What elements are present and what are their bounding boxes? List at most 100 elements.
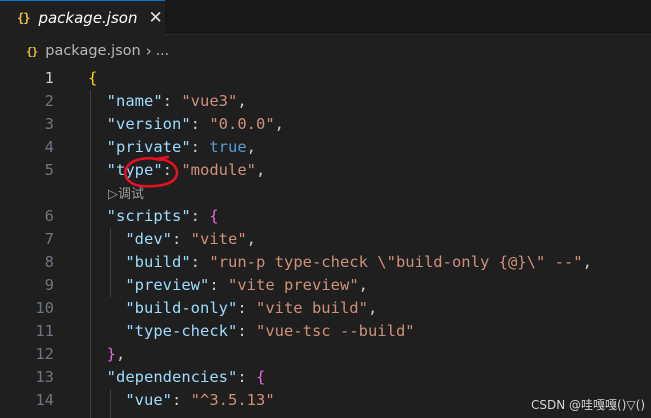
code-text: }, (88, 343, 126, 366)
token-text: , (274, 115, 285, 133)
token-text: : (237, 322, 256, 340)
token-str: "0.0.0" (209, 115, 275, 133)
code-line[interactable]: 7 "dev": "vite", (0, 228, 651, 251)
breadcrumb-more[interactable]: ... (156, 43, 169, 59)
token-text: : (209, 276, 228, 294)
token-key: "type-check" (125, 322, 238, 340)
line-number: 13 (35, 368, 54, 386)
token-str: "^3.5.13" (190, 391, 275, 409)
code-editor[interactable]: 1{2 "name": "vue3", 3 "version": "0.0.0",… (0, 67, 651, 418)
chevron-right-icon: › (145, 42, 152, 60)
token-text: : (172, 230, 191, 248)
line-number: 3 (44, 115, 54, 133)
token-text: : (190, 253, 210, 271)
token-text: , (582, 253, 592, 271)
token-key: "preview" (125, 276, 210, 294)
token-str: "vite build" (255, 299, 368, 317)
token-text: : (237, 368, 256, 386)
token-text: : (190, 138, 210, 156)
code-line[interactable]: 6 "scripts": { (0, 205, 651, 228)
code-text: "dependencies": { (88, 366, 266, 389)
code-line[interactable]: 11 "type-check": "vue-tsc --build" (0, 320, 651, 343)
token-brace2: } (106, 345, 117, 363)
code-line[interactable]: 4 "private": true, (0, 136, 651, 159)
line-number: 9 (44, 276, 54, 294)
breadcrumb: {} package.json › ... (0, 35, 651, 67)
line-number: 5 (44, 161, 54, 179)
code-text: "type": "module", (88, 159, 266, 182)
line-number: 11 (35, 322, 54, 340)
token-text: : (172, 391, 191, 409)
token-key: "dev" (125, 230, 172, 248)
token-text: : (162, 161, 182, 179)
line-number: 1 (44, 69, 54, 87)
code-line[interactable]: 5 "type": "module", (0, 159, 651, 182)
token-text: , (358, 276, 368, 294)
line-number: 8 (44, 253, 54, 271)
code-text: "type-check": "vue-tsc --build" (88, 320, 415, 343)
token-text: , (367, 299, 378, 317)
token-text: , (256, 161, 266, 179)
token-text: , (246, 138, 257, 156)
code-text: "name": "vue3", (88, 90, 247, 113)
token-key: "vue" (125, 391, 172, 409)
code-text: "build-only": "vite build", (88, 297, 377, 320)
code-line[interactable]: 3 "version": "0.0.0", (0, 113, 651, 136)
code-text: "private": true, (88, 136, 256, 159)
editor-tab-bar: {} package.json ✕ (0, 0, 651, 35)
token-text: : (190, 207, 210, 225)
token-brace2: { (209, 207, 219, 225)
token-brace2: { (256, 368, 266, 386)
code-text: "scripts": { (88, 205, 219, 228)
line-number: 4 (44, 138, 54, 156)
token-str: "vite preview" (228, 276, 359, 294)
token-text: : (162, 92, 182, 110)
close-icon[interactable]: ✕ (148, 9, 162, 27)
code-line[interactable]: 12 }, (0, 343, 651, 366)
tab-package-json[interactable]: {} package.json ✕ (0, 0, 165, 35)
code-line[interactable]: 13 "dependencies": { (0, 366, 651, 389)
code-line[interactable]: 9 "preview": "vite preview", (0, 274, 651, 297)
debug-codelens[interactable]: ▷调试 (108, 183, 144, 206)
code-text: "version": "0.0.0", (88, 113, 284, 136)
line-number: 12 (35, 345, 54, 363)
json-file-icon: {} (17, 11, 30, 25)
token-key: "name" (106, 92, 163, 110)
token-brace: { (88, 69, 98, 87)
line-number: 6 (44, 207, 54, 225)
token-key: "build-only" (125, 299, 238, 317)
token-bool: true (209, 138, 247, 156)
code-text: "vue": "^3.5.13" (88, 389, 275, 412)
token-text: : (237, 299, 256, 317)
token-str: "vite" (190, 230, 247, 248)
breadcrumb-file[interactable]: package.json (45, 43, 140, 59)
token-key: "private" (106, 138, 191, 156)
code-line[interactable]: 8 "build": "run-p type-check \"build-onl… (0, 251, 651, 274)
code-text: "dev": "vite", (88, 228, 256, 251)
token-text: , (246, 230, 257, 248)
token-key: "scripts" (106, 207, 191, 225)
code-line[interactable]: 2 "name": "vue3", (0, 90, 651, 113)
code-line[interactable]: 10 "build-only": "vite build", (0, 297, 651, 320)
token-str: "run-p type-check \"build-only {@}\" --" (209, 253, 583, 271)
token-str: "vue-tsc --build" (255, 322, 415, 340)
token-str: "module" (181, 161, 256, 179)
code-line[interactable]: 1{ (0, 67, 651, 90)
token-text: , (116, 345, 126, 363)
token-key: "dependencies" (106, 368, 238, 386)
line-number: 2 (44, 92, 54, 110)
json-file-icon: {} (26, 44, 38, 58)
line-number: 14 (35, 391, 54, 409)
